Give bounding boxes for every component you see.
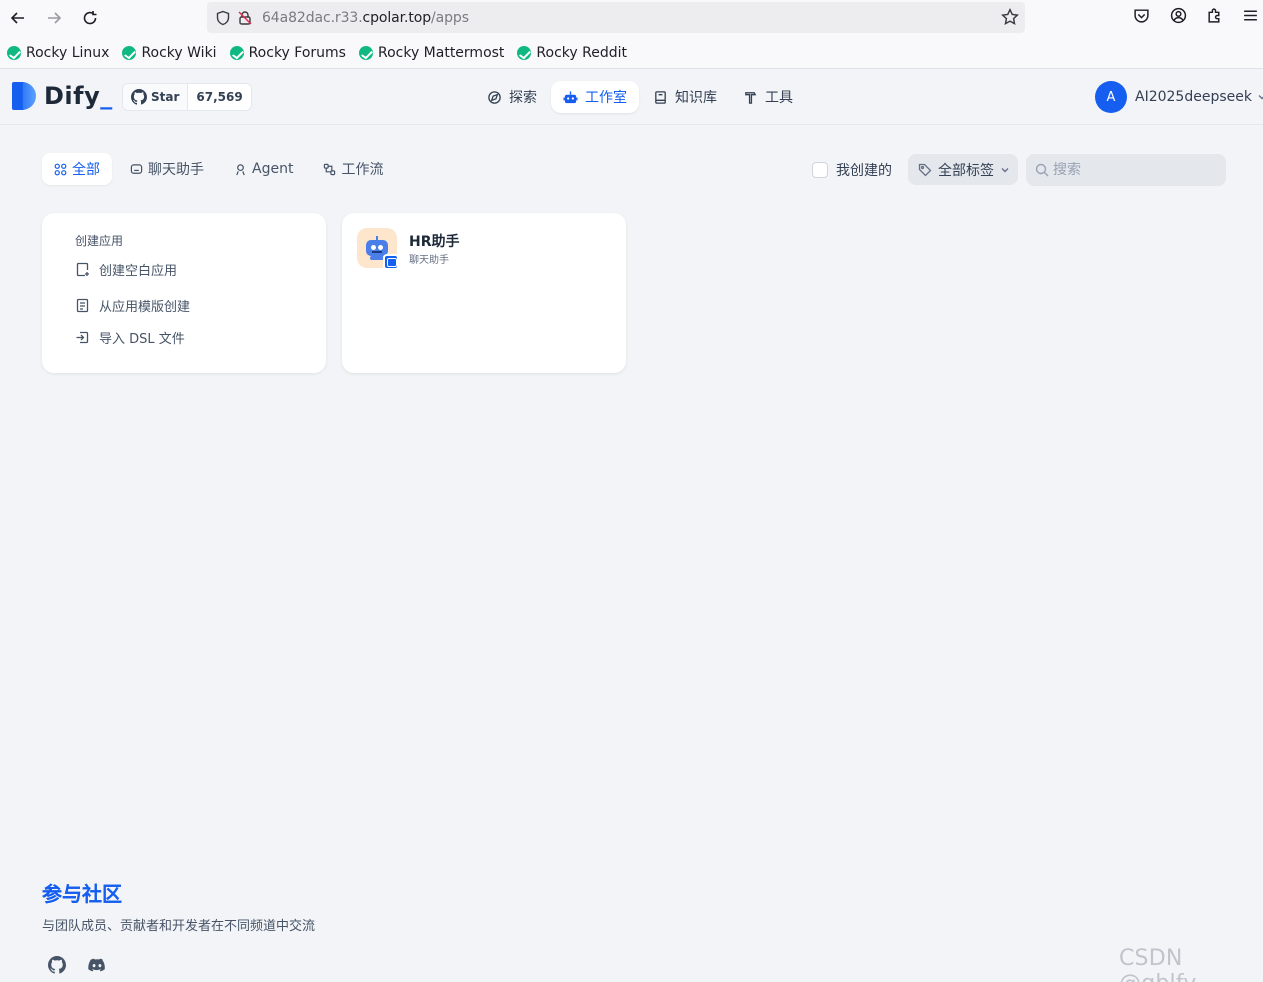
pocket-icon[interactable] <box>1133 7 1153 27</box>
main-nav: 探索 工作室 知识库 工具 <box>475 81 807 113</box>
search-icon <box>1035 163 1049 177</box>
community-title: 参与社区 <box>42 878 122 907</box>
compass-icon <box>488 90 501 104</box>
community-description: 与团队成员、贡献者和开发者在不同频道中交流 <box>42 919 316 934</box>
dify-logo-mark <box>12 82 36 110</box>
grid-icon <box>54 163 67 175</box>
github-icon <box>131 89 147 105</box>
account-icon[interactable] <box>1170 7 1190 27</box>
rocky-logo-icon <box>122 46 137 60</box>
extensions-icon[interactable] <box>1206 7 1226 27</box>
app-type-label: 聊天助手 <box>409 255 449 266</box>
tab-agent[interactable]: Agent <box>222 153 305 185</box>
forward-arrow-icon[interactable] <box>41 5 67 31</box>
workflow-icon <box>324 163 336 175</box>
created-by-me-checkbox[interactable]: 我创建的 <box>812 160 892 180</box>
create-app-title: 创建应用 <box>75 234 124 248</box>
hammer-icon <box>745 91 757 104</box>
bookmark-rocky-mattermost[interactable]: Rocky Mattermost <box>358 45 504 61</box>
tag-icon <box>918 163 932 176</box>
bookmark-rocky-wiki[interactable]: Rocky Wiki <box>122 45 217 61</box>
discord-link[interactable] <box>82 950 112 980</box>
rocky-logo-icon <box>7 46 21 60</box>
user-name: AI2025deepseek <box>1135 89 1252 105</box>
app-type-tabs: 全部 聊天助手 Agent 工作流 <box>42 153 401 185</box>
shield-icon[interactable] <box>214 9 232 27</box>
github-star-button[interactable]: Star 67,569 <box>122 83 252 111</box>
agent-icon <box>236 163 245 175</box>
create-app-card: 创建应用 创建空白应用 从应用模版创建 导入 DSL 文件 <box>42 213 326 373</box>
book-icon <box>655 90 666 104</box>
new-file-icon <box>76 262 89 277</box>
address-bar[interactable]: 64a82dac.r33.cpolar.top/apps <box>207 2 1025 33</box>
reload-icon[interactable] <box>77 5 103 31</box>
template-icon <box>76 298 89 313</box>
community-section: 参与社区 与团队成员、贡献者和开发者在不同频道中交流 <box>42 878 315 980</box>
chevron-down-icon <box>1258 95 1263 100</box>
bookmark-rocky-linux[interactable]: Rocky Linux <box>7 45 109 61</box>
rocky-logo-icon <box>517 46 532 60</box>
nav-studio[interactable]: 工作室 <box>551 81 639 113</box>
checkbox[interactable] <box>812 162 828 178</box>
url-text: 64a82dac.r33.cpolar.top/apps <box>262 9 469 26</box>
nav-knowledge[interactable]: 知识库 <box>641 81 729 113</box>
search-box[interactable] <box>1026 154 1226 186</box>
rocky-logo-icon <box>358 46 373 60</box>
import-dsl-button[interactable]: 导入 DSL 文件 <box>75 328 185 347</box>
browser-toolbar: 64a82dac.r33.cpolar.top/apps Rocky Linux… <box>0 0 1263 69</box>
app-name: HR助手 <box>409 234 460 250</box>
star-count: 67,569 <box>196 90 243 104</box>
chat-icon <box>130 163 143 174</box>
chevron-down-icon <box>1001 167 1009 172</box>
search-input[interactable] <box>1053 162 1213 178</box>
back-arrow-icon[interactable] <box>5 5 31 31</box>
tab-workflow[interactable]: 工作流 <box>311 153 395 185</box>
tab-chat[interactable]: 聊天助手 <box>118 153 216 185</box>
user-menu[interactable]: A AI2025deepseek <box>1095 81 1263 113</box>
create-from-template-button[interactable]: 从应用模版创建 <box>75 296 190 315</box>
tag-filter-dropdown[interactable]: 全部标签 <box>908 154 1018 185</box>
chat-badge-icon <box>383 254 399 270</box>
github-link[interactable] <box>42 950 72 980</box>
nav-explore[interactable]: 探索 <box>475 81 549 113</box>
watermark: CSDN @gblfy <box>1119 946 1196 982</box>
rocky-logo-icon <box>229 46 244 60</box>
robot-icon <box>563 90 578 103</box>
avatar: A <box>1095 81 1127 113</box>
bookmark-rocky-forums[interactable]: Rocky Forums <box>229 45 346 61</box>
discord-icon <box>88 958 105 972</box>
tab-all[interactable]: 全部 <box>42 153 112 185</box>
menu-icon[interactable] <box>1242 7 1262 27</box>
bookmark-rocky-reddit[interactable]: Rocky Reddit <box>517 45 627 61</box>
nav-tools[interactable]: 工具 <box>731 81 805 113</box>
app-header: Dify_ Star 67,569 探索 工作室 知识库 工具 A AI2025… <box>0 69 1263 125</box>
app-card[interactable]: HR助手 聊天助手 <box>342 213 626 373</box>
insecure-lock-icon[interactable] <box>236 9 254 27</box>
bookmark-star-icon[interactable] <box>1001 7 1019 26</box>
import-icon <box>76 331 89 344</box>
dify-logo[interactable]: Dify_ <box>12 82 113 110</box>
bookmarks-bar: Rocky Linux Rocky Wiki Rocky Forums Rock… <box>0 40 640 66</box>
create-blank-app-button[interactable]: 创建空白应用 <box>75 260 177 279</box>
github-icon <box>48 956 66 974</box>
